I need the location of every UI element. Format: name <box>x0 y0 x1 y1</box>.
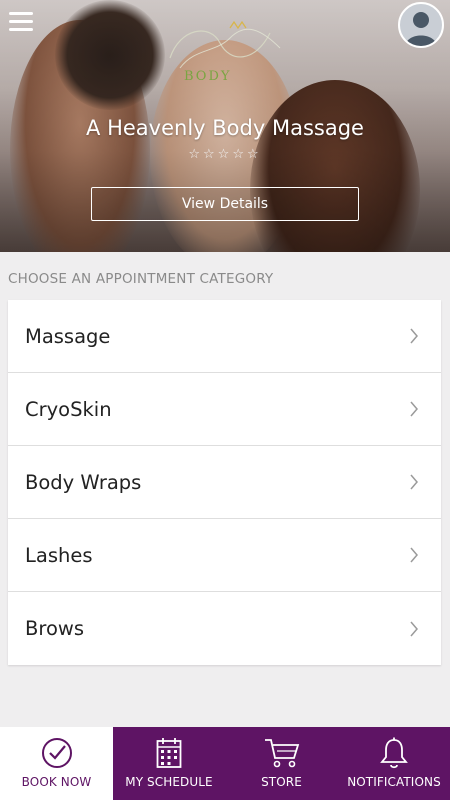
category-item-brows[interactable]: Brows <box>8 592 441 665</box>
chevron-right-icon <box>410 547 418 563</box>
business-name: A Heavenly Body Massage <box>86 116 364 140</box>
checkmark-circle-icon <box>41 737 73 769</box>
nav-label: NOTIFICATIONS <box>347 775 441 789</box>
category-item-body-wraps[interactable]: Body Wraps <box>8 446 441 519</box>
calendar-icon <box>156 737 182 769</box>
category-list: Massage CryoSkin Body Wraps Lashes Brows <box>8 300 441 665</box>
business-logo: BODY <box>169 20 281 84</box>
cart-icon <box>264 737 300 769</box>
view-details-button[interactable]: View Details <box>91 187 359 221</box>
category-label: Body Wraps <box>25 470 142 494</box>
nav-book-now[interactable]: BOOK NOW <box>0 727 113 800</box>
chevron-right-icon <box>410 328 418 344</box>
category-label: Massage <box>25 324 111 348</box>
category-label: CryoSkin <box>25 397 112 421</box>
category-item-cryoskin[interactable]: CryoSkin <box>8 373 441 446</box>
nav-my-schedule[interactable]: MY SCHEDULE <box>113 727 225 800</box>
nav-notifications[interactable]: NOTIFICATIONS <box>338 727 450 800</box>
nav-label: BOOK NOW <box>21 775 92 789</box>
logo-text: BODY <box>184 69 231 84</box>
hamburger-menu-icon[interactable] <box>9 12 33 34</box>
nav-label: MY SCHEDULE <box>125 775 213 789</box>
nav-label: STORE <box>261 775 302 789</box>
category-item-massage[interactable]: Massage <box>8 300 441 373</box>
hero-banner: BODY A Heavenly Body Massage ☆☆☆☆☆ View … <box>0 0 450 252</box>
category-label: Brows <box>25 617 85 640</box>
chevron-right-icon <box>410 401 418 417</box>
chevron-right-icon <box>410 621 418 636</box>
category-label: Lashes <box>25 543 93 567</box>
bottom-navigation: BOOK NOW MY SCHEDULE STORE NOTIFICATIONS <box>0 727 450 800</box>
section-heading: CHOOSE AN APPOINTMENT CATEGORY <box>8 271 274 287</box>
category-item-lashes[interactable]: Lashes <box>8 519 441 592</box>
bell-icon <box>380 737 408 769</box>
chevron-right-icon <box>410 474 418 490</box>
star-rating: ☆☆☆☆☆ <box>188 147 262 162</box>
user-avatar-icon[interactable] <box>398 2 444 48</box>
nav-store[interactable]: STORE <box>225 727 338 800</box>
